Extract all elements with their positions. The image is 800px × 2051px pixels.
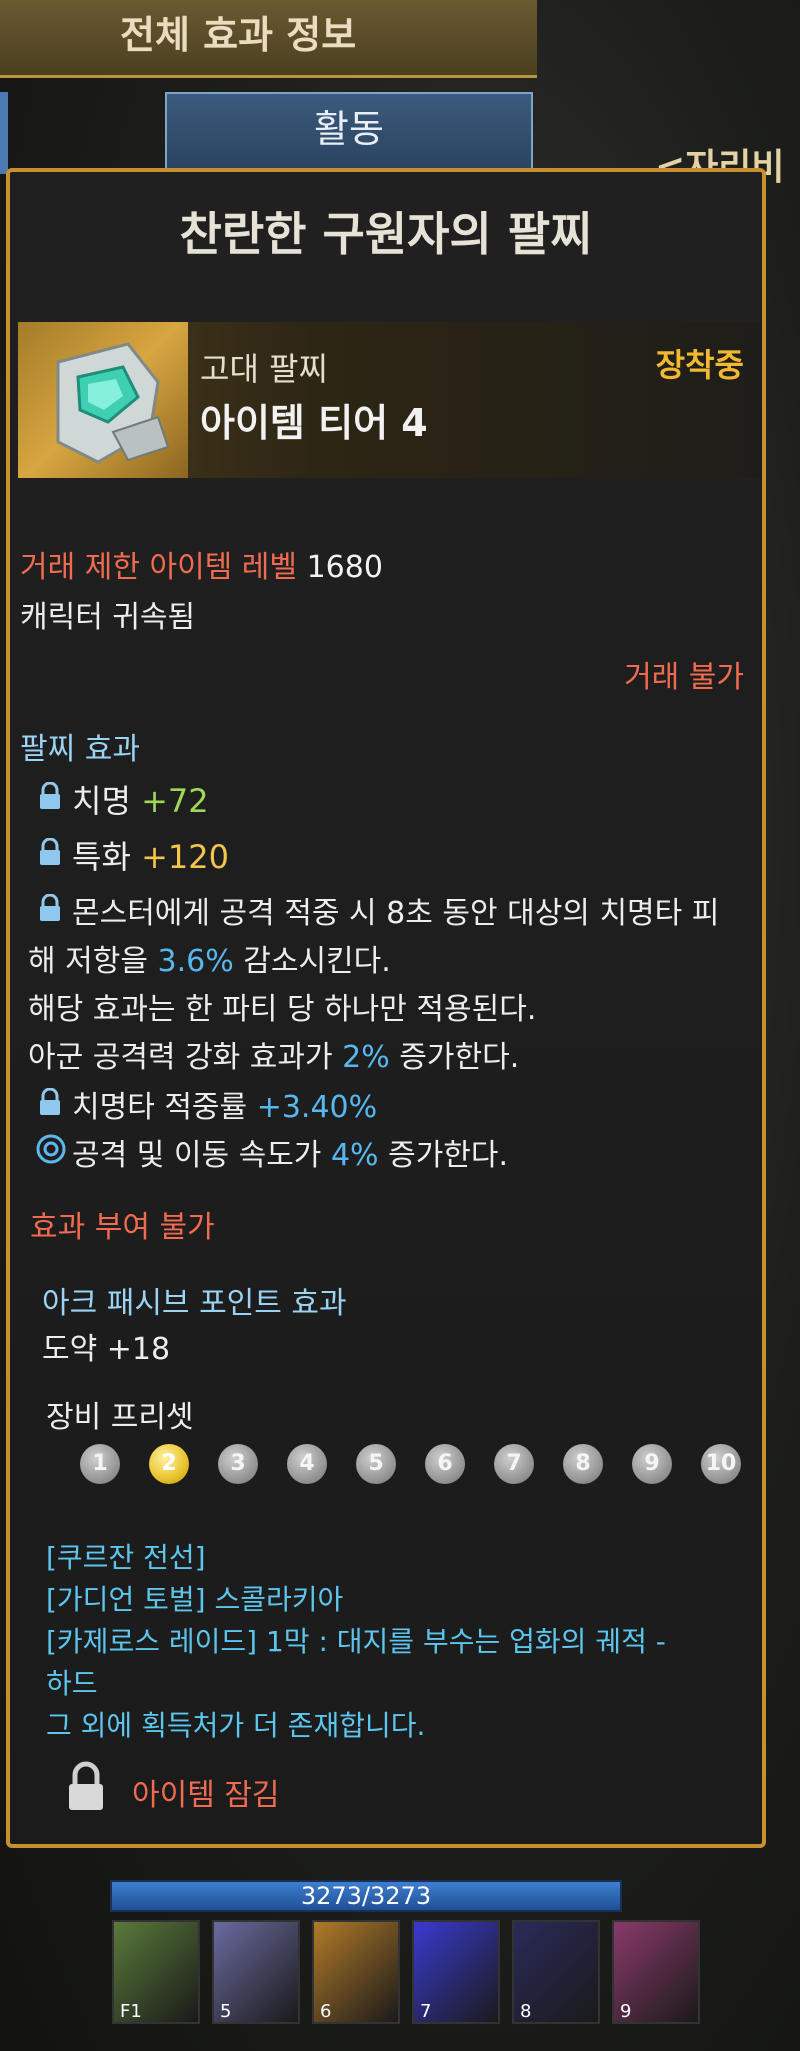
no-grant-text: 효과 부여 불가 bbox=[30, 1210, 215, 1245]
skill-slot-key: 6 bbox=[320, 2001, 332, 2022]
item-grade: 고대 팔찌 bbox=[200, 350, 328, 388]
source-line: [쿠르잔 전선] bbox=[46, 1541, 206, 1574]
item-level-row: 거래 제한 아이템 레벨 1680 bbox=[20, 542, 383, 586]
preset-button-9[interactable]: 9 bbox=[632, 1444, 672, 1484]
lock-icon bbox=[40, 894, 60, 921]
special-effect-text: 해 저항을 bbox=[28, 944, 148, 979]
preset-button-5[interactable]: 5 bbox=[356, 1444, 396, 1484]
speed-effect: 공격 및 이동 속도가 4% 증가한다. bbox=[72, 1130, 508, 1174]
effects-title: 팔찌 효과 bbox=[20, 732, 140, 767]
bracelet-icon bbox=[18, 322, 188, 478]
top-tab-title: 전체 효과 정보 bbox=[120, 13, 357, 57]
item-tooltip: 찬란한 구원자의 팔찌 고대 팔찌 아이템 티어 4 장착중 거래 제한 아이템… bbox=[6, 168, 766, 1848]
activity-tab[interactable]: 활동 bbox=[165, 92, 533, 174]
preset-button-10[interactable]: 10 bbox=[701, 1444, 741, 1484]
skill-slot-key: F1 bbox=[120, 2001, 142, 2022]
skill-slot[interactable]: 9 bbox=[612, 1920, 700, 2024]
lock-icon bbox=[40, 782, 60, 809]
preset-button-8[interactable]: 8 bbox=[563, 1444, 603, 1484]
special-effect-line2: 해 저항을 3.6% 감소시킨다. bbox=[28, 936, 391, 980]
skill-slot[interactable]: F1 bbox=[112, 1920, 200, 2024]
ark-passive-title: 아크 패시브 포인트 효과 bbox=[42, 1286, 347, 1321]
preset-button-2[interactable]: 2 bbox=[149, 1444, 189, 1484]
skill-slot[interactable]: 7 bbox=[412, 1920, 500, 2024]
item-level-value: 1680 bbox=[306, 550, 383, 585]
preset-button-4[interactable]: 4 bbox=[287, 1444, 327, 1484]
item-lock-label: 아이템 잠김 bbox=[132, 1778, 280, 1813]
ark-passive-value: 도약 +18 bbox=[42, 1332, 171, 1367]
swirl-icon bbox=[36, 1134, 66, 1164]
skill-slot[interactable]: 6 bbox=[312, 1920, 400, 2024]
trade-status: 거래 불가 bbox=[624, 660, 744, 695]
speed-text: 공격 및 이동 속도가 bbox=[72, 1138, 322, 1173]
lock-icon bbox=[40, 1088, 60, 1115]
crit-rate-value: +3.40% bbox=[256, 1090, 378, 1125]
source-more: 그 외에 획득처가 더 존재합니다. bbox=[46, 1709, 426, 1742]
skill-slot[interactable]: 8 bbox=[512, 1920, 600, 2024]
skill-slot-key: 7 bbox=[420, 2001, 432, 2022]
item-level-label: 거래 제한 아이템 레벨 bbox=[20, 550, 298, 585]
crit-label: 치명 bbox=[72, 782, 131, 820]
lock-icon bbox=[40, 838, 60, 865]
crit-rate-label: 치명타 적중률 bbox=[72, 1090, 248, 1125]
skill-slot-key: 8 bbox=[520, 2001, 532, 2022]
skill-slot-key: 5 bbox=[220, 2001, 232, 2022]
special-effect-value: 3.6% bbox=[157, 944, 234, 979]
spec-stat: 특화 +120 bbox=[72, 832, 229, 878]
source-line: [카제로스 레이드] 1막 : 대지를 부수는 업화의 궤적 - bbox=[46, 1625, 666, 1658]
crit-stat: 치명 +72 bbox=[72, 776, 209, 822]
special-effect-text: 아군 공격력 강화 효과가 bbox=[28, 1040, 333, 1075]
item-name: 찬란한 구원자의 팔찌 bbox=[179, 207, 593, 261]
speed-text: 증가한다. bbox=[388, 1138, 509, 1173]
bound-text: 캐릭터 귀속됨 bbox=[20, 600, 196, 635]
item-tier: 아이템 티어 4 bbox=[200, 401, 428, 445]
special-effect-line3: 해당 효과는 한 파티 당 하나만 적용된다. bbox=[28, 992, 537, 1027]
source-line: 하드 bbox=[46, 1667, 98, 1700]
source-line: [가디언 토벌] 스콜라키아 bbox=[46, 1583, 344, 1616]
top-tab[interactable]: 전체 효과 정보 bbox=[0, 0, 537, 78]
spec-value: +120 bbox=[141, 838, 229, 876]
left-tab-edge[interactable] bbox=[0, 92, 8, 174]
special-effect-line1: 몬스터에게 공격 적중 시 8초 동안 대상의 치명타 피 bbox=[72, 896, 720, 931]
equipped-badge: 장착중 bbox=[655, 346, 744, 384]
preset-title: 장비 프리셋 bbox=[46, 1400, 194, 1435]
skill-slot[interactable]: 5 bbox=[212, 1920, 300, 2024]
spec-label: 특화 bbox=[72, 838, 131, 876]
special-effect-text: 증가한다. bbox=[399, 1040, 520, 1075]
special-effect-line4: 아군 공격력 강화 효과가 2% 증가한다. bbox=[28, 1032, 519, 1076]
preset-button-1[interactable]: 1 bbox=[80, 1444, 120, 1484]
preset-button-7[interactable]: 7 bbox=[494, 1444, 534, 1484]
special-effect-text: 감소시킨다. bbox=[243, 944, 391, 979]
preset-button-6[interactable]: 6 bbox=[425, 1444, 465, 1484]
item-lock-icon bbox=[69, 1761, 103, 1810]
speed-value: 4% bbox=[330, 1138, 379, 1173]
skill-slot-key: 9 bbox=[620, 2001, 632, 2022]
hp-bar: 3273/3273 bbox=[110, 1880, 622, 1912]
special-effect-value: 2% bbox=[342, 1040, 390, 1075]
crit-value: +72 bbox=[141, 782, 209, 820]
crit-rate-stat: 치명타 적중률 +3.40% bbox=[72, 1082, 377, 1126]
preset-button-3[interactable]: 3 bbox=[218, 1444, 258, 1484]
